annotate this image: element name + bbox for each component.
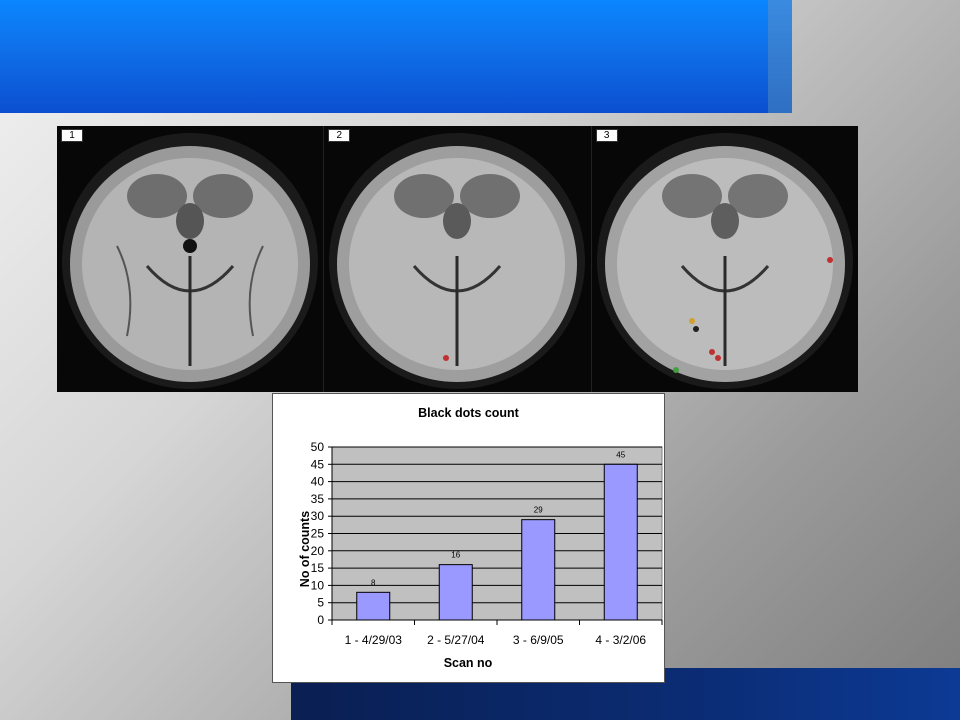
scan-label-2: 2 — [328, 129, 351, 142]
bar — [356, 591, 391, 621]
y-tick-label: 30 — [311, 509, 325, 523]
scan-label-3: 3 — [595, 129, 618, 142]
y-tick-label: 50 — [311, 440, 325, 454]
bar — [438, 564, 473, 621]
y-tick-label: 45 — [311, 457, 325, 471]
brain-scan-image-3 — [596, 133, 853, 389]
x-tick-label: 2 - 5/27/04 — [427, 633, 485, 647]
y-tick-label: 25 — [311, 527, 325, 541]
y-tick-label: 15 — [311, 561, 325, 575]
y-tick-label: 10 — [311, 578, 325, 592]
mri-scan-panel-2: 2 — [324, 126, 592, 392]
mri-scan-panel-3: 3 — [591, 126, 858, 392]
bar — [603, 463, 638, 621]
mri-scan-strip: 1 2 3 — [57, 126, 858, 392]
header-band — [0, 0, 792, 113]
data-label: 29 — [534, 506, 543, 515]
bar-chart: Black dots count 0 5 10 15 20 25 30 35 40 45 50 8 1 … — [272, 393, 665, 683]
x-tick-label: 3 - 6/9/05 — [513, 633, 564, 647]
y-tick-label: 20 — [311, 544, 325, 558]
brain-scan-image-2 — [329, 133, 586, 389]
y-tick-label: 40 — [311, 475, 325, 489]
y-tick-label: 5 — [317, 596, 324, 610]
mri-scan-panel-1: 1 — [57, 126, 325, 392]
bar — [521, 519, 556, 621]
x-tick-label: 4 - 3/2/06 — [595, 633, 646, 647]
scan-label-1: 1 — [61, 129, 83, 142]
header-band-edge — [768, 0, 792, 113]
y-axis-title: No of counts — [298, 510, 312, 588]
x-tick-label: 1 - 4/29/03 — [345, 633, 403, 647]
x-axis-title: Scan no — [443, 656, 493, 670]
brain-scan-image-1 — [62, 133, 318, 389]
y-tick-label: 0 — [317, 613, 324, 627]
data-label: 8 — [371, 578, 376, 587]
data-label: 16 — [451, 551, 460, 560]
chart-plot: 0 5 10 15 20 25 30 35 40 45 50 8 1 - 4/29/03 16 2 - 5/… — [311, 440, 663, 647]
data-label: 45 — [616, 450, 625, 459]
y-tick-label: 35 — [311, 492, 325, 506]
